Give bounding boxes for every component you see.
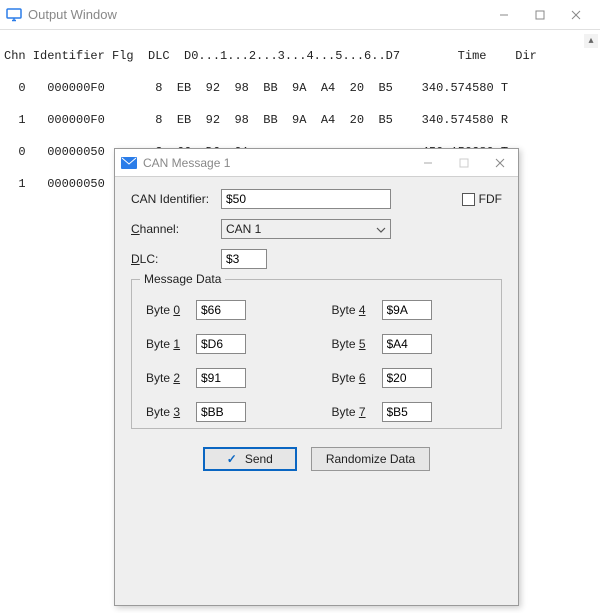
window-title: Output Window	[28, 7, 117, 22]
channel-selected-value: CAN 1	[226, 222, 376, 236]
identifier-input[interactable]	[221, 189, 391, 209]
dialog-close-button[interactable]	[482, 150, 518, 176]
byte-label: Byte 0	[146, 303, 196, 317]
message-data-legend: Message Data	[140, 272, 225, 286]
output-header-row: Chn Identifier Flg DLC D0...1...2...3...…	[4, 48, 596, 64]
channel-label: Channel:	[131, 222, 221, 236]
byte-row: Byte 4	[332, 300, 488, 320]
byte-input-3[interactable]	[196, 402, 246, 422]
byte-label: Byte 7	[332, 405, 382, 419]
randomize-button[interactable]: Randomize Data	[311, 447, 430, 471]
output-row: 1 000000F0 8 EB 92 98 BB 9A A4 20 B5 340…	[4, 112, 596, 128]
byte-row: Byte 1	[146, 334, 302, 354]
envelope-icon	[121, 157, 137, 169]
byte-input-5[interactable]	[382, 334, 432, 354]
byte-row: Byte 0	[146, 300, 302, 320]
close-button[interactable]	[558, 1, 594, 29]
dlc-input[interactable]	[221, 249, 267, 269]
dlc-label: DLC:	[131, 252, 221, 266]
byte-row: Byte 3	[146, 402, 302, 422]
byte-label: Byte 5	[332, 337, 382, 351]
byte-row: Byte 6	[332, 368, 488, 388]
dialog-titlebar: CAN Message 1	[115, 149, 518, 177]
channel-select[interactable]: CAN 1	[221, 219, 391, 239]
dialog-title: CAN Message 1	[143, 156, 230, 170]
fdf-label: FDF	[479, 192, 502, 206]
byte-row: Byte 5	[332, 334, 488, 354]
send-button[interactable]: ✓ Send	[203, 447, 297, 471]
byte-row: Byte 7	[332, 402, 488, 422]
chevron-down-icon	[376, 222, 386, 236]
dialog-maximize-button[interactable]	[446, 150, 482, 176]
byte-label: Byte 1	[146, 337, 196, 351]
identifier-label: CAN Identifier:	[131, 192, 221, 206]
dialog-body: CAN Identifier: FDF Channel: CAN 1 DLC: …	[115, 177, 518, 481]
maximize-button[interactable]	[522, 1, 558, 29]
minimize-button[interactable]	[486, 1, 522, 29]
output-window-titlebar: Output Window	[0, 0, 600, 30]
fdf-checkbox[interactable]	[462, 193, 475, 206]
can-message-dialog: CAN Message 1 CAN Identifier: FDF Channe…	[114, 148, 519, 606]
send-button-label: Send	[245, 452, 273, 466]
byte-input-7[interactable]	[382, 402, 432, 422]
byte-input-0[interactable]	[196, 300, 246, 320]
byte-input-6[interactable]	[382, 368, 432, 388]
byte-input-1[interactable]	[196, 334, 246, 354]
byte-label: Byte 6	[332, 371, 382, 385]
byte-row: Byte 2	[146, 368, 302, 388]
monitor-icon	[6, 8, 22, 22]
byte-input-4[interactable]	[382, 300, 432, 320]
randomize-button-label: Randomize Data	[326, 452, 415, 466]
check-icon: ✓	[227, 452, 237, 466]
byte-label: Byte 4	[332, 303, 382, 317]
output-row: 0 000000F0 8 EB 92 98 BB 9A A4 20 B5 340…	[4, 80, 596, 96]
byte-label: Byte 2	[146, 371, 196, 385]
byte-label: Byte 3	[146, 405, 196, 419]
message-data-group: Message Data Byte 0Byte 4Byte 1Byte 5Byt…	[131, 279, 502, 429]
byte-grid: Byte 0 Byte 4 Byte 1 Byte 5 Byte 2 Byte 6 Byte…	[146, 300, 487, 422]
byte-input-2[interactable]	[196, 368, 246, 388]
dialog-minimize-button[interactable]	[410, 150, 446, 176]
